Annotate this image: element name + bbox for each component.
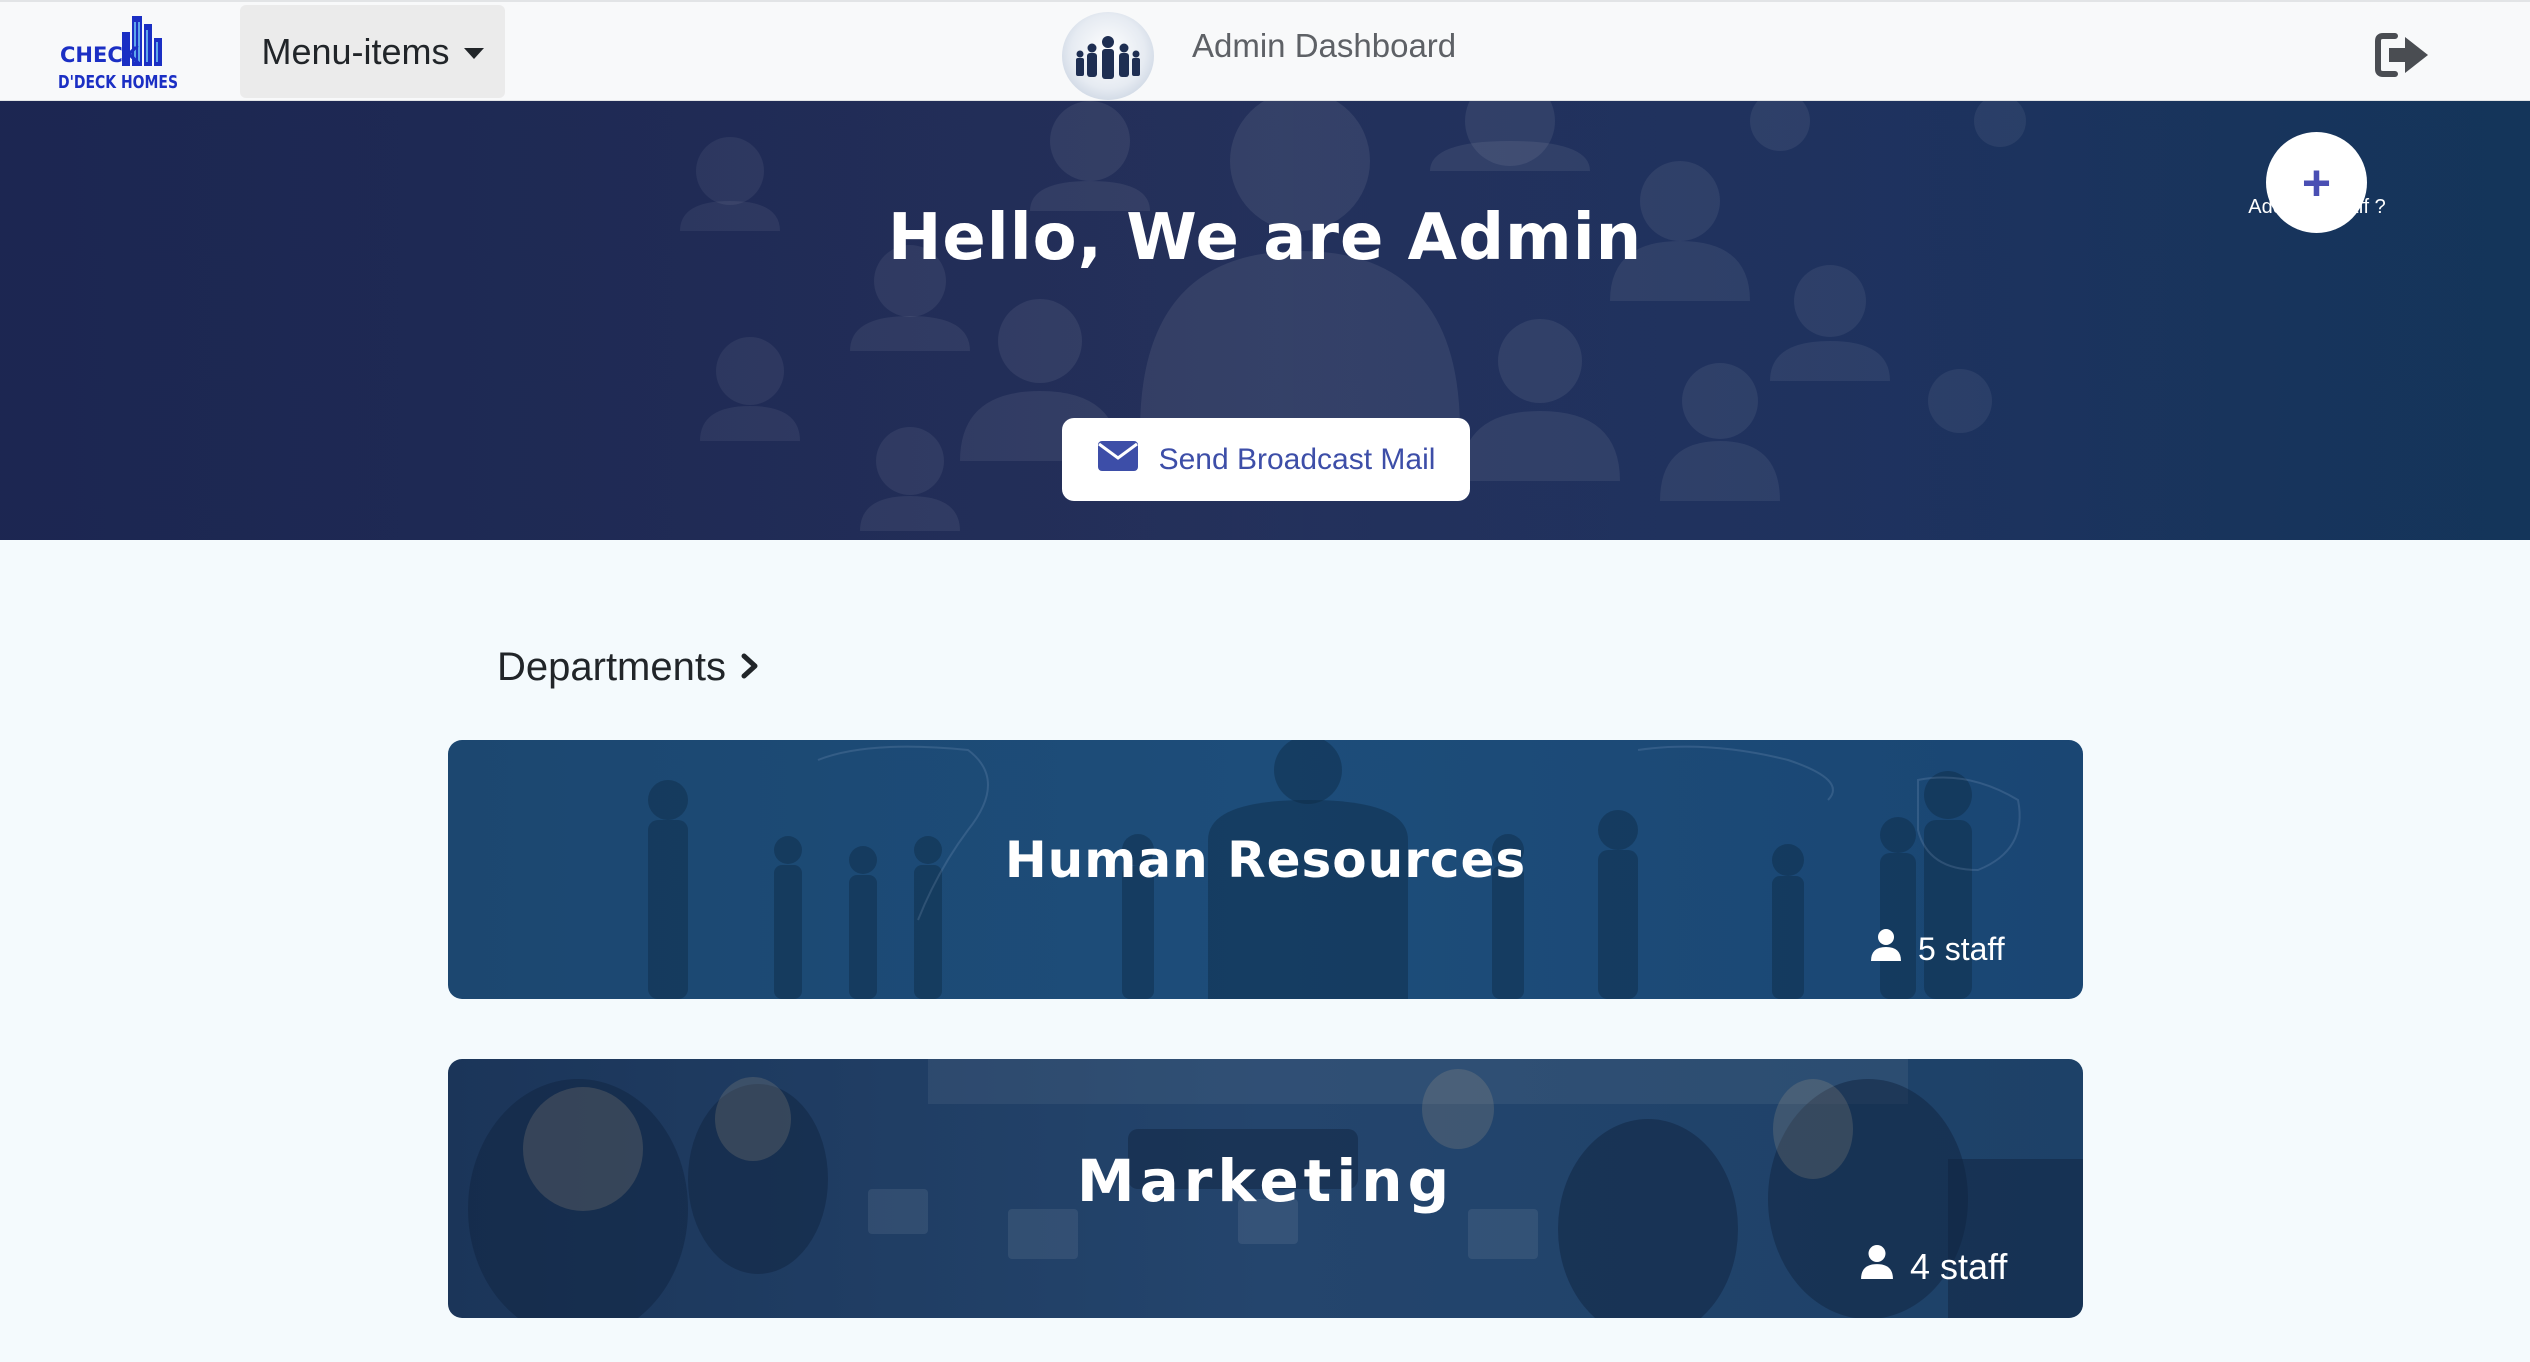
- menu-items-dropdown[interactable]: Menu-items: [240, 5, 505, 98]
- page-title: Admin Dashboard: [1192, 27, 1457, 64]
- departments-link[interactable]: Departments: [497, 645, 760, 690]
- dashboard-brand: Admin Dashboard: [1062, 12, 1456, 100]
- staff-count: 5 staff: [1870, 928, 2005, 970]
- company-logo[interactable]: CHECK D'DECK HOMES: [56, 10, 182, 94]
- department-name: Marketing: [1076, 1147, 1455, 1215]
- menu-items-label: Menu-items: [261, 30, 450, 72]
- send-broadcast-mail-button[interactable]: Send Broadcast Mail: [1062, 418, 1470, 501]
- add-new-staff-label[interactable]: Add new staff ?: [2226, 196, 2408, 219]
- staff-count: 4 staff: [1860, 1243, 2007, 1290]
- admin-hero-banner: Hello, We are Admin Send Broadcast Mail …: [0, 101, 2530, 540]
- top-navbar: CHECK D'DECK HOMES Menu-items Admin Dash…: [0, 0, 2530, 101]
- department-card-marketing[interactable]: Marketing 4 staff: [448, 1059, 2083, 1318]
- caret-down-icon: [463, 47, 484, 59]
- staff-count-label: 4 staff: [1910, 1245, 2008, 1287]
- broadcast-label: Send Broadcast Mail: [1158, 442, 1436, 476]
- departments-heading: Departments: [497, 645, 726, 689]
- chevron-right-icon: [740, 645, 760, 690]
- department-card-human-resources[interactable]: Human Resources 5 staff: [448, 740, 2083, 999]
- user-icon: [1860, 1243, 1894, 1290]
- svg-text:CHECK: CHECK: [60, 43, 140, 67]
- department-name: Human Resources: [1004, 831, 1527, 889]
- hero-heading: Hello, We are Admin: [887, 201, 1643, 275]
- team-avatar: [1062, 12, 1154, 100]
- user-icon: [1870, 928, 1902, 970]
- logout-icon[interactable]: [2375, 32, 2431, 78]
- envelope-icon: [1097, 440, 1139, 480]
- svg-text:D'DECK HOMES: D'DECK HOMES: [58, 72, 178, 93]
- staff-count-label: 5 staff: [1918, 930, 2005, 967]
